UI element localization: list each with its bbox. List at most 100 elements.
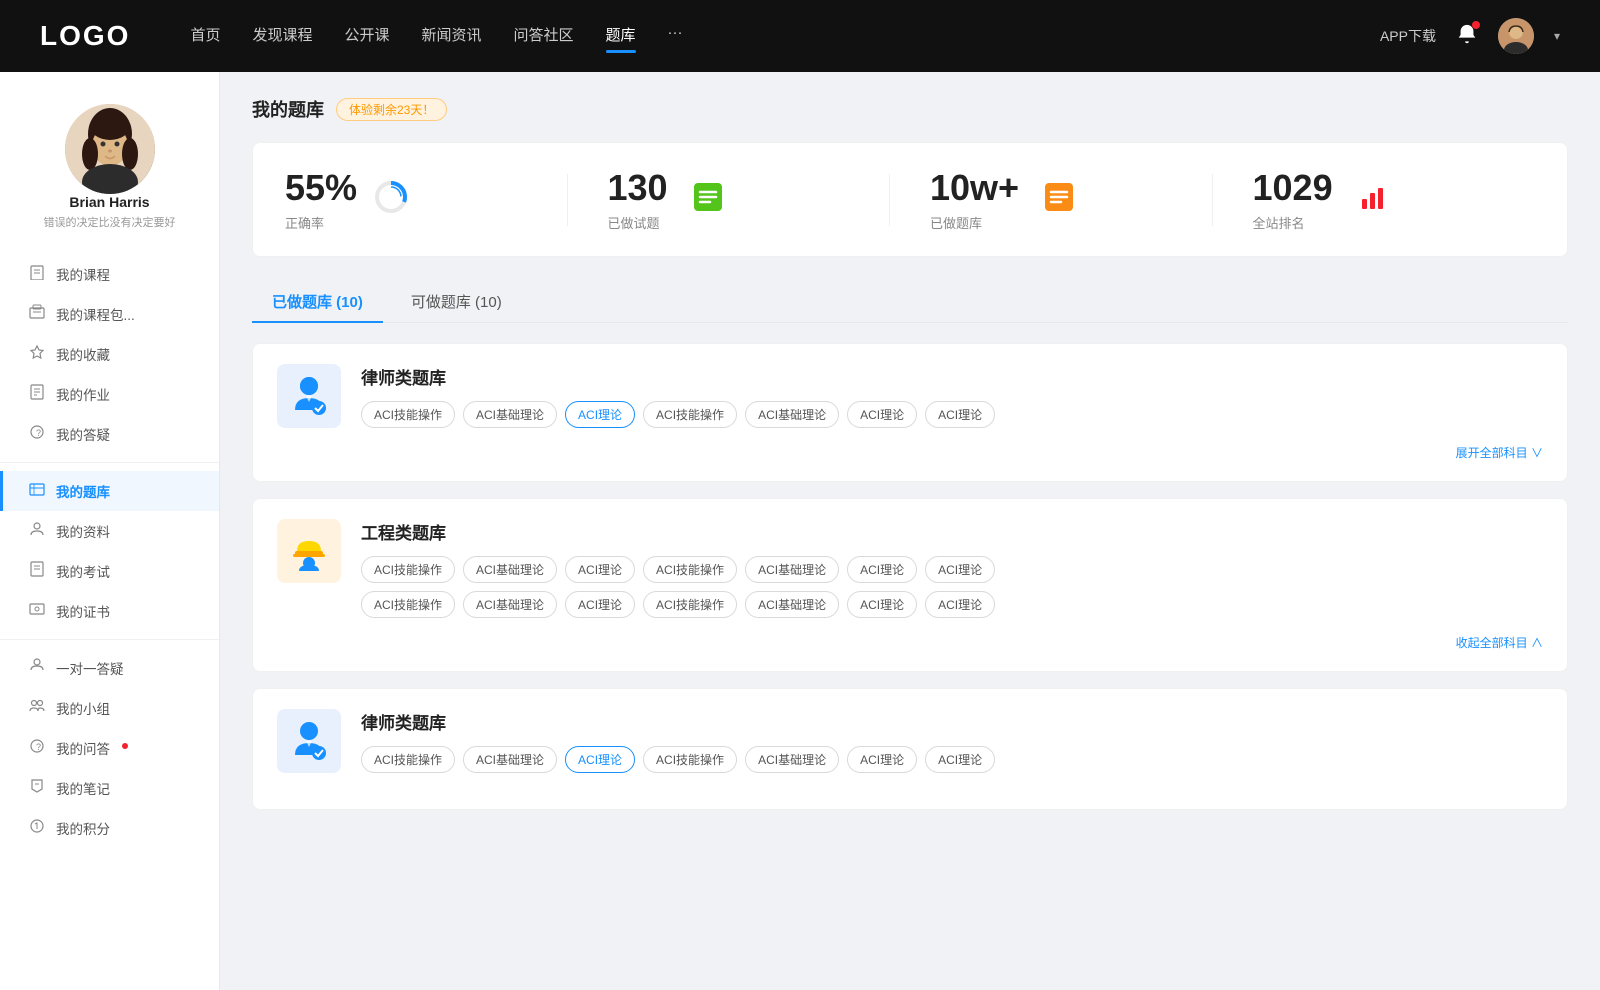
- bank-tag-2-11[interactable]: ACI基础理论: [745, 591, 839, 618]
- nav-more[interactable]: ···: [668, 24, 683, 49]
- bank-tag-2-7[interactable]: ACI技能操作: [361, 591, 455, 618]
- lawyer-icon-svg-2: [285, 717, 333, 765]
- stat-num-rank: 1029: [1253, 167, 1333, 209]
- bank-tag-2-13[interactable]: ACI理论: [925, 591, 995, 618]
- course-icon: [28, 264, 46, 284]
- tab-available[interactable]: 可做题库 (10): [391, 281, 522, 322]
- sidebar-item-my-qa[interactable]: ? 我的问答: [0, 728, 219, 768]
- bank-card-header-2: 工程类题库 ACI技能操作 ACI基础理论 ACI理论 ACI技能操作 ACI基…: [277, 519, 1543, 618]
- bank-tag-3-1[interactable]: ACI基础理论: [463, 746, 557, 773]
- sidebar-item-notes[interactable]: 我的笔记: [0, 768, 219, 808]
- sidebar-item-profile[interactable]: 我的资料: [0, 511, 219, 551]
- bank-card-lawyer-1: 律师类题库 ACI技能操作 ACI基础理论 ACI理论 ACI技能操作 ACI基…: [252, 343, 1568, 482]
- notification-bell[interactable]: [1456, 23, 1478, 50]
- bank-icon-engineer: [277, 519, 341, 583]
- divider-1: [0, 462, 219, 463]
- bank-tags-1: ACI技能操作 ACI基础理论 ACI理论 ACI技能操作 ACI基础理论 AC…: [361, 401, 1543, 428]
- sidebar-label-cert: 我的证书: [56, 601, 110, 621]
- bank-card-header-1: 律师类题库 ACI技能操作 ACI基础理论 ACI理论 ACI技能操作 ACI基…: [277, 364, 1543, 428]
- sidebar-item-homework[interactable]: 我的作业: [0, 374, 219, 414]
- bank-tag-3-4[interactable]: ACI基础理论: [745, 746, 839, 773]
- bank-tag-1-2[interactable]: ACI理论: [565, 401, 635, 428]
- svg-text:?: ?: [36, 428, 41, 438]
- stat-value-done-q: 130 已做试题: [608, 167, 668, 232]
- bank-tag-2-2[interactable]: ACI理论: [565, 556, 635, 583]
- my-qa-icon: ?: [28, 738, 46, 758]
- bank-card-lawyer-2: 律师类题库 ACI技能操作 ACI基础理论 ACI理论 ACI技能操作 ACI基…: [252, 688, 1568, 810]
- homework-icon: [28, 384, 46, 404]
- bank-title-3: 律师类题库: [361, 709, 1543, 734]
- sidebar-item-qa[interactable]: ? 我的答疑: [0, 414, 219, 454]
- expand-btn-1[interactable]: 展开全部科目 ∨: [1456, 444, 1543, 461]
- sidebar-label-favorites: 我的收藏: [56, 344, 110, 364]
- app-download-btn[interactable]: APP下载: [1380, 26, 1436, 46]
- content-area: 我的题库 体验剩余23天！ 55% 正确率: [220, 72, 1600, 990]
- stat-icon-done-b: [1043, 181, 1075, 218]
- donut-chart-svg: [373, 179, 409, 215]
- sidebar-label-course: 我的课程: [56, 264, 110, 284]
- avatar[interactable]: [1498, 18, 1534, 54]
- svg-text:?: ?: [36, 742, 41, 752]
- stat-done-questions: 130 已做试题: [568, 167, 891, 232]
- expand-btn-2[interactable]: 收起全部科目 ∧: [1456, 634, 1543, 651]
- bank-tag-2-0[interactable]: ACI技能操作: [361, 556, 455, 583]
- bank-info-3: 律师类题库 ACI技能操作 ACI基础理论 ACI理论 ACI技能操作 ACI基…: [361, 709, 1543, 773]
- bank-tag-2-6[interactable]: ACI理论: [925, 556, 995, 583]
- bank-tag-1-0[interactable]: ACI技能操作: [361, 401, 455, 428]
- bank-tag-1-6[interactable]: ACI理论: [925, 401, 995, 428]
- bank-tag-2-10[interactable]: ACI技能操作: [643, 591, 737, 618]
- bank-tag-2-9[interactable]: ACI理论: [565, 591, 635, 618]
- nav-question-bank[interactable]: 题库: [606, 24, 636, 49]
- nav-qa[interactable]: 问答社区: [514, 24, 574, 49]
- stats-bar: 55% 正确率 130 已做试题: [252, 142, 1568, 257]
- sidebar-item-tutor[interactable]: 一对一答疑: [0, 648, 219, 688]
- bank-tag-2-8[interactable]: ACI基础理论: [463, 591, 557, 618]
- bank-tag-3-5[interactable]: ACI理论: [847, 746, 917, 773]
- sidebar-item-exam[interactable]: 我的考试: [0, 551, 219, 591]
- sidebar-label-course-pkg: 我的课程包...: [56, 304, 135, 324]
- lawyer-icon-svg: [285, 372, 333, 420]
- bank-tag-2-5[interactable]: ACI理论: [847, 556, 917, 583]
- nav-home[interactable]: 首页: [190, 24, 220, 49]
- list-icon-green: [692, 181, 724, 213]
- sidebar-item-bank[interactable]: 我的题库: [0, 471, 219, 511]
- sidebar-item-course[interactable]: 我的课程: [0, 254, 219, 294]
- page-title: 我的题库: [252, 96, 324, 122]
- nav-discover[interactable]: 发现课程: [252, 24, 312, 49]
- sidebar-label-group: 我的小组: [56, 698, 110, 718]
- divider-2: [0, 639, 219, 640]
- avatar-svg: [65, 104, 155, 194]
- nav-news[interactable]: 新闻资讯: [422, 24, 482, 49]
- avatar-chevron[interactable]: ▾: [1554, 29, 1560, 43]
- sidebar-item-favorites[interactable]: 我的收藏: [0, 334, 219, 374]
- bank-tag-1-4[interactable]: ACI基础理论: [745, 401, 839, 428]
- page-header: 我的题库 体验剩余23天！: [252, 96, 1568, 122]
- logo: LOGO: [40, 20, 130, 52]
- bank-tag-3-3[interactable]: ACI技能操作: [643, 746, 737, 773]
- tab-done[interactable]: 已做题库 (10): [252, 281, 383, 322]
- stat-icon-done-q: [692, 181, 724, 218]
- bank-tag-2-3[interactable]: ACI技能操作: [643, 556, 737, 583]
- sidebar-item-group[interactable]: 我的小组: [0, 688, 219, 728]
- bank-tag-2-1[interactable]: ACI基础理论: [463, 556, 557, 583]
- bank-tag-2-12[interactable]: ACI理论: [847, 591, 917, 618]
- bank-tag-3-0[interactable]: ACI技能操作: [361, 746, 455, 773]
- favorites-icon: [28, 344, 46, 364]
- qa-icon: ?: [28, 424, 46, 444]
- nav-open-course[interactable]: 公开课: [344, 24, 389, 49]
- bank-tag-3-2[interactable]: ACI理论: [565, 746, 635, 773]
- bank-tag-3-6[interactable]: ACI理论: [925, 746, 995, 773]
- bank-tag-1-3[interactable]: ACI技能操作: [643, 401, 737, 428]
- navbar: LOGO 首页 发现课程 公开课 新闻资讯 问答社区 题库 ··· APP下载 …: [0, 0, 1600, 72]
- sidebar-item-cert[interactable]: 我的证书: [0, 591, 219, 631]
- sidebar-label-profile: 我的资料: [56, 521, 110, 541]
- bank-tag-1-1[interactable]: ACI基础理论: [463, 401, 557, 428]
- bank-footer-1: 展开全部科目 ∨: [277, 444, 1543, 461]
- bank-tag-2-4[interactable]: ACI基础理论: [745, 556, 839, 583]
- stat-label-done-b: 已做题库: [930, 213, 1019, 232]
- sidebar-label-points: 我的积分: [56, 818, 110, 838]
- sidebar-item-points[interactable]: 我的积分: [0, 808, 219, 848]
- stat-num-accuracy: 55%: [285, 167, 357, 209]
- bank-tag-1-5[interactable]: ACI理论: [847, 401, 917, 428]
- sidebar-item-course-pkg[interactable]: 我的课程包...: [0, 294, 219, 334]
